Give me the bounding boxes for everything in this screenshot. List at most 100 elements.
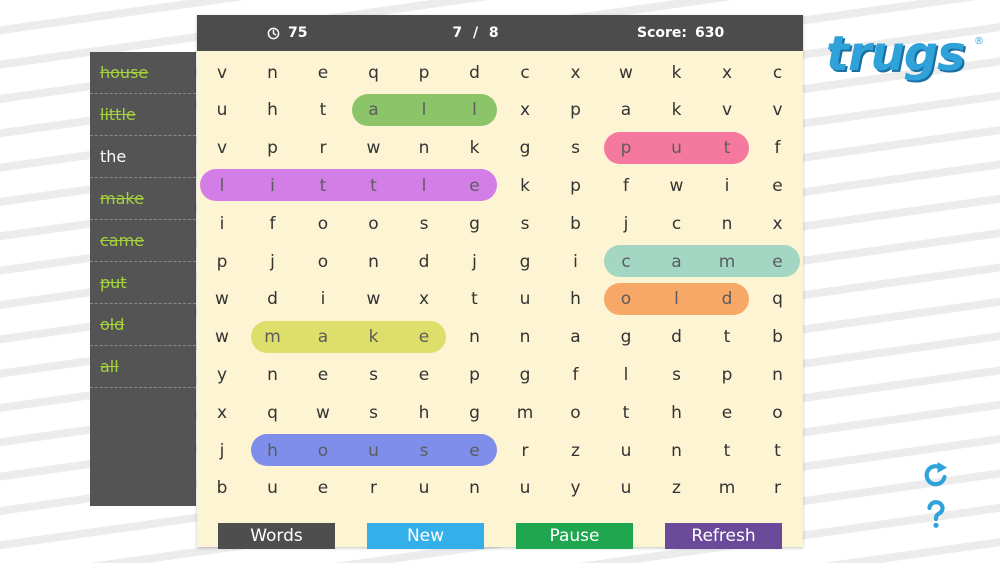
grid-cell[interactable]: j [450, 243, 500, 280]
grid-cell[interactable]: m [248, 319, 298, 356]
grid-cell[interactable]: v [702, 92, 752, 129]
grid-cell[interactable]: p [450, 356, 500, 393]
grid-cell[interactable]: w [197, 319, 247, 356]
grid-cell[interactable]: e [298, 470, 348, 507]
grid-cell[interactable]: q [349, 54, 399, 91]
grid-cell[interactable]: m [500, 394, 550, 431]
grid-cell[interactable]: p [248, 130, 298, 167]
new-button[interactable]: New [367, 523, 484, 549]
grid-cell[interactable]: y [551, 470, 601, 507]
grid-cell[interactable]: y [197, 356, 247, 393]
grid-cell[interactable]: h [399, 394, 449, 431]
grid-cell[interactable]: i [298, 281, 348, 318]
grid-cell[interactable]: a [349, 92, 399, 129]
grid-cell[interactable]: f [248, 205, 298, 242]
refresh-icon[interactable] [920, 459, 952, 491]
grid-cell[interactable]: w [349, 281, 399, 318]
grid-cell[interactable]: n [248, 356, 298, 393]
grid-cell[interactable]: i [551, 243, 601, 280]
grid-cell[interactable]: h [248, 92, 298, 129]
grid-cell[interactable]: p [702, 356, 752, 393]
grid-cell[interactable]: r [500, 432, 550, 469]
grid-cell[interactable]: g [450, 205, 500, 242]
grid-cell[interactable]: p [197, 243, 247, 280]
grid-cell[interactable]: z [551, 432, 601, 469]
grid-cell[interactable]: t [702, 319, 752, 356]
grid-cell[interactable]: k [349, 319, 399, 356]
grid-cell[interactable]: u [248, 470, 298, 507]
grid-cell[interactable]: l [652, 281, 702, 318]
grid-cell[interactable]: g [450, 394, 500, 431]
grid-cell[interactable]: n [652, 432, 702, 469]
grid-cell[interactable]: a [298, 319, 348, 356]
grid-cell[interactable]: w [601, 54, 651, 91]
grid-cell[interactable]: t [450, 281, 500, 318]
grid-cell[interactable]: k [652, 92, 702, 129]
grid-cell[interactable]: n [349, 243, 399, 280]
grid-cell[interactable]: m [702, 470, 752, 507]
grid-cell[interactable]: t [702, 130, 752, 167]
grid-cell[interactable]: w [349, 130, 399, 167]
grid-cell[interactable]: f [753, 130, 803, 167]
grid-cell[interactable]: b [551, 205, 601, 242]
grid-cell[interactable]: u [349, 432, 399, 469]
grid-cell[interactable]: e [399, 319, 449, 356]
grid-cell[interactable]: t [298, 92, 348, 129]
grid-cell[interactable]: q [753, 281, 803, 318]
grid-cell[interactable]: t [298, 167, 348, 204]
grid-cell[interactable]: g [500, 130, 550, 167]
grid-cell[interactable]: t [349, 167, 399, 204]
grid-cell[interactable]: i [197, 205, 247, 242]
grid-cell[interactable]: l [450, 92, 500, 129]
grid-cell[interactable]: o [753, 394, 803, 431]
grid-cell[interactable]: u [601, 470, 651, 507]
grid-cell[interactable]: p [551, 167, 601, 204]
grid-cell[interactable]: v [197, 130, 247, 167]
grid-cell[interactable]: o [298, 432, 348, 469]
grid-cell[interactable]: e [753, 243, 803, 280]
grid-cell[interactable]: u [500, 281, 550, 318]
grid-cell[interactable]: g [500, 356, 550, 393]
grid-cell[interactable]: x [551, 54, 601, 91]
grid-cell[interactable]: p [551, 92, 601, 129]
grid-cell[interactable]: h [652, 394, 702, 431]
grid-cell[interactable]: q [248, 394, 298, 431]
grid-cell[interactable]: u [500, 470, 550, 507]
help-icon[interactable] [920, 497, 952, 529]
grid-cell[interactable]: x [197, 394, 247, 431]
grid-cell[interactable]: w [197, 281, 247, 318]
grid-cell[interactable]: a [601, 92, 651, 129]
grid-cell[interactable]: j [197, 432, 247, 469]
grid-cell[interactable]: o [551, 394, 601, 431]
grid-cell[interactable]: t [601, 394, 651, 431]
grid-cell[interactable]: t [702, 432, 752, 469]
grid-cell[interactable]: n [399, 130, 449, 167]
words-button[interactable]: Words [218, 523, 335, 549]
grid-cell[interactable]: k [450, 130, 500, 167]
grid-cell[interactable]: d [702, 281, 752, 318]
grid-cell[interactable]: e [450, 432, 500, 469]
grid-cell[interactable]: d [399, 243, 449, 280]
grid-cell[interactable]: k [500, 167, 550, 204]
grid-cell[interactable]: l [601, 356, 651, 393]
grid-cell[interactable]: o [298, 205, 348, 242]
letter-grid[interactable]: vneqpdcxwkxcuhtallxpakvvvprwnkgsputflitt… [197, 51, 803, 523]
grid-cell[interactable]: f [551, 356, 601, 393]
grid-cell[interactable]: p [601, 130, 651, 167]
grid-cell[interactable]: u [399, 470, 449, 507]
grid-cell[interactable]: r [298, 130, 348, 167]
grid-cell[interactable]: j [248, 243, 298, 280]
grid-cell[interactable]: x [702, 54, 752, 91]
grid-cell[interactable]: e [298, 356, 348, 393]
grid-cell[interactable]: w [298, 394, 348, 431]
grid-cell[interactable]: b [197, 470, 247, 507]
grid-cell[interactable]: g [500, 243, 550, 280]
grid-cell[interactable]: n [702, 205, 752, 242]
grid-cell[interactable]: e [399, 356, 449, 393]
grid-cell[interactable]: n [753, 356, 803, 393]
refresh-button[interactable]: Refresh [665, 523, 782, 549]
grid-cell[interactable]: s [349, 356, 399, 393]
pause-button[interactable]: Pause [516, 523, 633, 549]
grid-cell[interactable]: i [248, 167, 298, 204]
grid-cell[interactable]: s [652, 356, 702, 393]
